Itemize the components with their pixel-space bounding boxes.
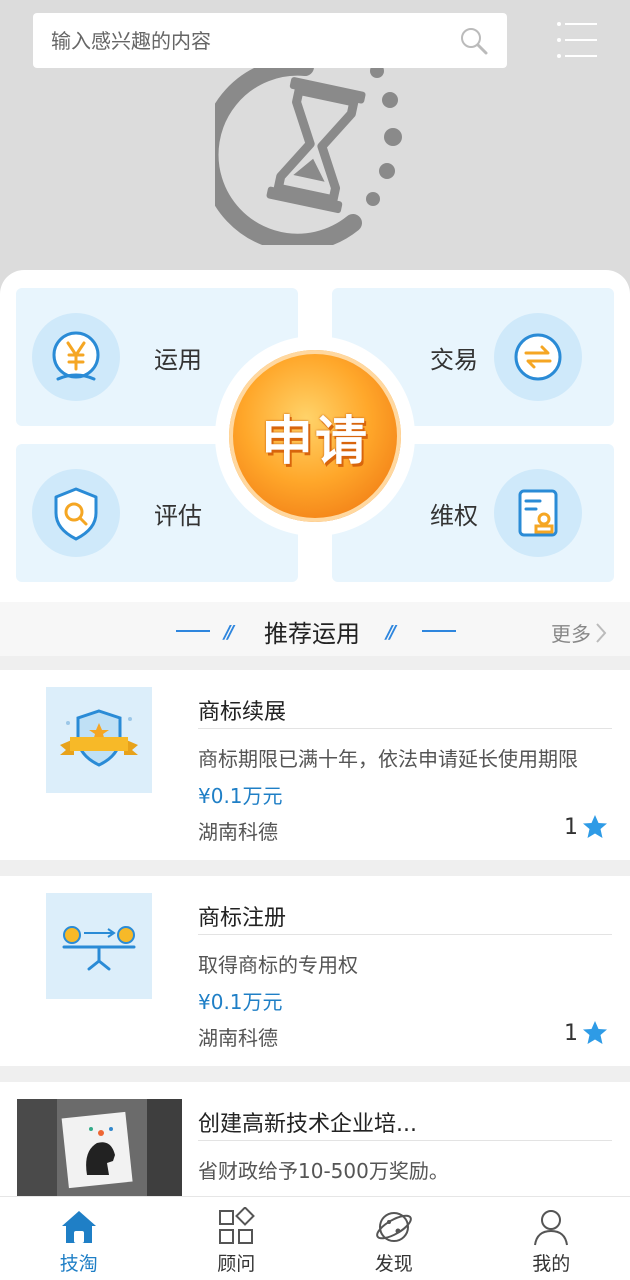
list-item[interactable]: 商标续展 商标期限已满十年，依法申请延长使用期限 ¥0.1万元 湖南科德 1 — [0, 670, 630, 860]
tab-mine[interactable]: 我的 — [473, 1197, 630, 1280]
trademark-registration-image — [46, 893, 152, 999]
tab-mine-label: 我的 — [532, 1253, 571, 1275]
exchange-icon — [494, 313, 582, 401]
yen-icon — [32, 313, 120, 401]
item-price: ¥0.1万元 — [198, 784, 283, 808]
tab-home-label: 技淘 — [59, 1253, 98, 1275]
service-protect-label: 维权 — [430, 501, 478, 530]
tab-advisor-label: 顾问 — [217, 1253, 256, 1275]
grid-icon — [219, 1207, 256, 1244]
tab-discover[interactable]: 发现 — [315, 1197, 473, 1280]
item-title: 商标注册 — [198, 906, 287, 931]
tab-discover-label: 发现 — [374, 1253, 413, 1275]
planet-icon — [375, 1212, 412, 1242]
bottom-tab-bar: 技淘 顾问 发现 我的 — [0, 1196, 630, 1280]
slash-decoration: // — [386, 622, 396, 643]
more-label: 更多 — [551, 622, 591, 646]
service-grid: 运用 交易 评估 维权 申请 — [0, 270, 630, 602]
item-price: ¥0.1万元 — [198, 990, 283, 1014]
slash-decoration: // — [224, 622, 234, 643]
menu-icon[interactable] — [555, 18, 599, 62]
item-description: 取得商标的专用权 — [198, 953, 358, 977]
service-assess-label: 评估 — [154, 501, 202, 530]
item-title: 商标续展 — [198, 700, 287, 725]
shield-search-icon — [32, 469, 120, 557]
tab-advisor[interactable]: 顾问 — [158, 1197, 316, 1280]
divider — [198, 1140, 612, 1141]
search-icon[interactable] — [459, 26, 489, 56]
item-rating: 1 — [564, 814, 608, 840]
list-item[interactable]: 商标注册 取得商标的专用权 ¥0.1万元 湖南科德 1 — [0, 876, 630, 1066]
trademark-renewal-image — [46, 687, 152, 793]
divider-line — [422, 630, 456, 632]
search-bar[interactable] — [33, 13, 507, 68]
divider — [198, 728, 612, 729]
apply-badge: 申请 — [229, 350, 401, 522]
tab-home[interactable]: 技淘 — [0, 1197, 158, 1280]
service-trade-label: 交易 — [430, 345, 478, 374]
item-description: 省财政给予10-500万奖励。 — [198, 1159, 449, 1183]
divider — [198, 934, 612, 935]
rating-value: 1 — [564, 814, 578, 840]
chevron-right-icon — [596, 622, 607, 643]
star-icon — [583, 815, 607, 838]
certificate-icon — [494, 469, 582, 557]
list-item[interactable]: 创建高新技术企业培... 省财政给予10-500万奖励。 — [0, 1082, 630, 1212]
service-use-label: 运用 — [154, 345, 202, 374]
search-input[interactable] — [51, 28, 459, 53]
item-provider: 湖南科德 — [198, 820, 278, 844]
hourglass-icon — [215, 57, 402, 245]
item-rating: 1 — [564, 1020, 608, 1046]
more-link[interactable]: 更多 — [551, 618, 607, 647]
item-provider: 湖南科德 — [198, 1026, 278, 1050]
item-title: 创建高新技术企业培... — [198, 1112, 417, 1137]
user-icon — [534, 1210, 569, 1246]
section-title: 推荐运用 — [264, 620, 360, 648]
divider-line — [176, 630, 210, 632]
star-icon — [583, 1021, 607, 1044]
apply-label: 申请 — [260, 411, 369, 472]
banner[interactable] — [0, 0, 630, 300]
rating-value: 1 — [564, 1020, 578, 1046]
apply-button[interactable]: 申请 — [215, 336, 415, 536]
home-icon — [61, 1211, 96, 1243]
item-description: 商标期限已满十年，依法申请延长使用期限 — [198, 747, 578, 771]
section-header: // 推荐运用 // 更多 — [0, 602, 630, 656]
